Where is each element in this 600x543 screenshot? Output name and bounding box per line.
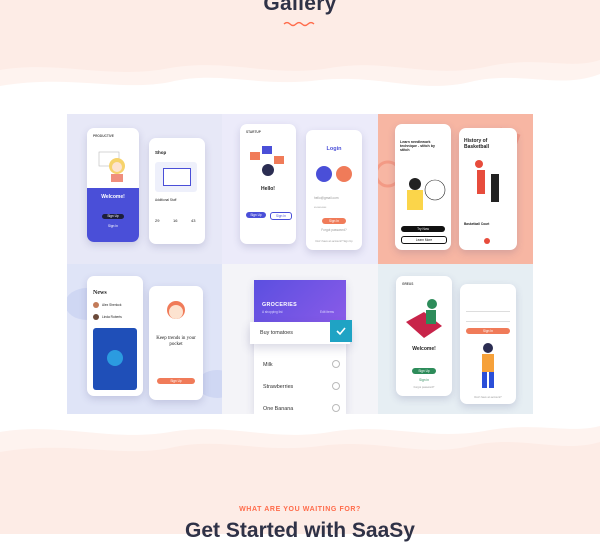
nav-dot[interactable] bbox=[484, 238, 490, 244]
gallery-tile-news[interactable]: News Alex Sherlock Linda Roberts Keep tr… bbox=[67, 264, 222, 414]
login-button[interactable]: Sign In bbox=[322, 218, 346, 224]
cta-heading: Get Started with SaaSy bbox=[185, 519, 415, 542]
try-now-button[interactable]: Try Now bbox=[401, 226, 445, 232]
trends-phone-mockup: Keep trends in your pocket Sign Up bbox=[149, 286, 203, 400]
sewing-illustration bbox=[407, 178, 446, 210]
email-field[interactable] bbox=[466, 306, 510, 312]
login-button[interactable]: Sign In bbox=[466, 328, 510, 334]
author-name: Linda Roberts bbox=[102, 315, 122, 319]
avatar bbox=[93, 314, 99, 320]
trends-headline: Keep trends in your pocket bbox=[156, 336, 196, 347]
sign-in-link[interactable]: Sign in bbox=[396, 378, 452, 382]
sign-up-button[interactable]: Sign Up bbox=[102, 214, 124, 219]
phone-mockup: News Alex Sherlock Linda Roberts bbox=[87, 276, 143, 396]
phone-mockup: STARTUP Hello! Sign Up Sign In bbox=[240, 124, 296, 244]
gallery-tile-welcome[interactable]: GREUS Welcome! Sign Up Sign in Forgot pa… bbox=[378, 264, 533, 414]
brand-label: STARTUP bbox=[246, 130, 261, 134]
welcome-text: Welcome! bbox=[412, 346, 436, 352]
basketball-illustration bbox=[475, 160, 499, 202]
selected-list-item[interactable]: Buy tomatoes bbox=[250, 320, 352, 344]
author-name: Alex Sherlock bbox=[102, 303, 122, 307]
list-item[interactable]: One Banana bbox=[254, 398, 350, 414]
forgot-password-link[interactable]: Forgot password? bbox=[396, 386, 452, 389]
edit-items-link[interactable]: Edit items bbox=[320, 310, 334, 314]
history-title: History of Basketball bbox=[464, 138, 490, 150]
sign-in-link[interactable]: Sign In bbox=[87, 224, 139, 228]
girl-illustration bbox=[98, 151, 125, 182]
sign-up-button[interactable]: Sign Up bbox=[412, 368, 436, 374]
grocery-subtitle: A shopping list bbox=[262, 310, 283, 314]
sign-up-button[interactable]: Sign Up bbox=[157, 378, 195, 384]
item-label: Buy tomatoes bbox=[260, 330, 293, 336]
top-wave-band bbox=[0, 0, 600, 86]
email-field[interactable]: hello@gmail.com bbox=[314, 196, 339, 200]
item-label: One Banana bbox=[263, 406, 294, 412]
grocery-card: GROCERIES A shopping list Edit items Mil… bbox=[254, 280, 346, 414]
news-title: News bbox=[93, 290, 107, 296]
phone-mockup: GREUS Welcome! Sign Up Sign in Forgot pa… bbox=[396, 276, 452, 396]
item-label: Milk bbox=[263, 362, 273, 368]
gallery-tile-login[interactable]: STARTUP Hello! Sign Up Sign In Login hel… bbox=[222, 114, 378, 264]
news-card-image[interactable] bbox=[93, 328, 137, 390]
sign-up-button[interactable]: Sign Up bbox=[246, 212, 266, 218]
phone-mockup: PRODUCTIVE Welcome! Sign Up Sign In bbox=[87, 128, 139, 242]
checkbox[interactable] bbox=[332, 382, 340, 390]
grocery-title: GROCERIES bbox=[262, 302, 298, 308]
stat-1: 29 bbox=[155, 218, 160, 223]
password-field[interactable] bbox=[466, 316, 510, 322]
stat-2: 16 bbox=[173, 218, 178, 223]
gallery-tile-learn[interactable]: Learn needlework technique - stitch by s… bbox=[378, 114, 533, 264]
forgot-password-link[interactable]: Forgot password? bbox=[306, 228, 362, 232]
password-field[interactable]: ********** bbox=[314, 206, 326, 210]
login-title: Login bbox=[326, 146, 342, 152]
gallery-grid: PRODUCTIVE Welcome! Sign Up Sign In Shop… bbox=[67, 114, 533, 414]
grocery-header: GROCERIES A shopping list Edit items bbox=[254, 280, 346, 324]
no-account-link[interactable]: Don't have an account? bbox=[460, 396, 516, 399]
no-account-link[interactable]: Don't have an account? Sign Up bbox=[306, 240, 362, 243]
woman-illustration bbox=[482, 343, 494, 388]
shop-title: Shop bbox=[155, 150, 167, 155]
team-illustration bbox=[250, 146, 284, 176]
cta-eyebrow: WHAT ARE YOU WAITING FOR? bbox=[239, 506, 361, 513]
welcome-text: Welcome! bbox=[101, 194, 125, 200]
hello-text: Hello! bbox=[261, 186, 275, 192]
sign-in-button[interactable]: Sign In bbox=[270, 212, 292, 220]
bottom-wave-band bbox=[0, 426, 600, 534]
people-illustration bbox=[316, 166, 352, 182]
product-image bbox=[155, 162, 197, 192]
check-icon[interactable] bbox=[330, 320, 352, 342]
learn-more-button[interactable]: Learn More bbox=[401, 236, 447, 244]
list-item[interactable]: Strawberries bbox=[254, 376, 350, 398]
checkbox[interactable] bbox=[332, 404, 340, 412]
article-title: Basketball Court bbox=[464, 222, 490, 226]
phone-mockup: Learn needlework technique - stitch by s… bbox=[395, 124, 451, 250]
page-title: Gallery bbox=[263, 0, 337, 15]
checkbox[interactable] bbox=[332, 360, 340, 368]
gallery-tile-groceries[interactable]: GROCERIES A shopping list Edit items Mil… bbox=[222, 264, 378, 414]
avatar bbox=[93, 302, 99, 308]
welcome-panel: Welcome! Sign Up Sign In bbox=[87, 188, 139, 242]
shop-phone-mockup: Shop Additional Stuff 29 16 43 bbox=[149, 138, 205, 244]
item-label: Strawberries bbox=[263, 384, 294, 390]
login-phone-mockup: Login hello@gmail.com ********** Sign In… bbox=[306, 130, 362, 250]
list-item[interactable]: Milk bbox=[254, 354, 350, 376]
brand-label: GREUS bbox=[402, 282, 414, 286]
brand-label: PRODUCTIVE bbox=[93, 134, 114, 138]
product-name: Additional Stuff bbox=[155, 198, 177, 202]
login-phone-mockup: Sign In Don't have an account? bbox=[460, 284, 516, 404]
title-underline-squiggle bbox=[283, 21, 315, 27]
climber-illustration bbox=[406, 299, 442, 338]
history-phone-mockup: History of Basketball Basketball Court bbox=[459, 128, 517, 250]
gallery-tile-onboarding[interactable]: PRODUCTIVE Welcome! Sign Up Sign In Shop… bbox=[67, 114, 222, 264]
man-illustration bbox=[167, 301, 185, 319]
stat-3: 43 bbox=[191, 218, 196, 223]
learn-headline: Learn needlework technique - stitch by s… bbox=[400, 140, 435, 153]
